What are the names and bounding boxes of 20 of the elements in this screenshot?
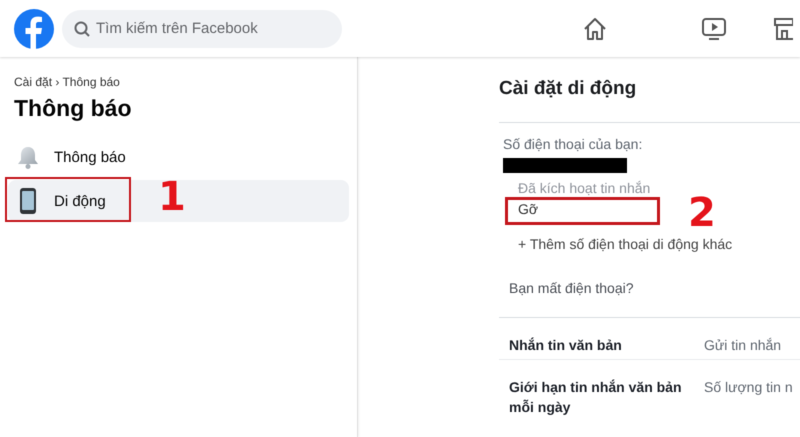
setting-value: Gửi tin nhắn xyxy=(704,336,782,355)
search-field[interactable]: Tìm kiếm trên Facebook xyxy=(62,10,342,48)
facebook-logo-icon xyxy=(14,8,54,48)
setting-label: Nhắn tin văn bản xyxy=(509,336,623,355)
page-title: Thông báo xyxy=(14,95,133,122)
lost-phone-link[interactable]: Bạn mất điện thoại? xyxy=(509,280,800,296)
bell-icon xyxy=(16,145,40,169)
section-title: Cài đặt di động xyxy=(499,78,638,100)
step-number: 1 xyxy=(158,177,186,217)
search-icon xyxy=(74,20,90,36)
remove-link[interactable]: Gỡ xyxy=(518,201,538,217)
phone-label: Số điện thoại của bạn: xyxy=(503,136,644,152)
sidebar-item[interactable]: Di động 1 xyxy=(8,180,349,222)
step-number: 2 xyxy=(688,193,716,233)
setting-label: Giới hạn tin nhắn văn bản mỗi ngày xyxy=(509,378,683,417)
breadcrumb: Cài đặt › Thông báo xyxy=(14,75,121,89)
setting-value: Số lượng tin n xyxy=(704,378,794,397)
add-phone-link[interactable]: + Thêm số điện thoại di động khác xyxy=(518,236,800,252)
sidebar-item[interactable]: Thông báo xyxy=(8,136,349,178)
phone-status: Đã kích hoạt tin nhắn xyxy=(518,180,652,196)
